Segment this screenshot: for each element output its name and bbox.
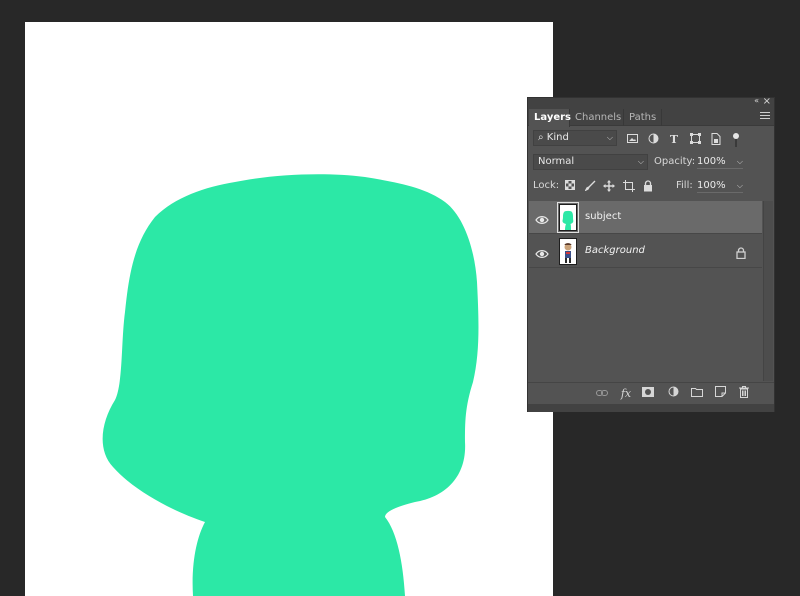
subject-silhouette [102,174,479,596]
chevron-down-icon: ⌵ [637,157,644,166]
lock-label: Lock: [533,180,560,191]
type-icon[interactable]: T [667,133,681,147]
lock-transparent-pixels-icon[interactable] [563,180,577,194]
panel-resize-strip[interactable] [528,404,774,412]
fill-label: Fill: [676,180,693,191]
filter-kind-dropdown[interactable]: ⌕ Kind ⌵ [533,130,617,146]
tab-layers[interactable]: Layers [529,109,571,127]
blend-row: Normal ⌵ Opacity: 100% ⌵ [528,154,774,174]
trash-icon[interactable] [736,386,752,402]
panel-footer: fx [528,382,774,404]
eye-icon[interactable] [535,211,549,224]
subject-shape [102,174,479,596]
mask-icon[interactable] [640,386,656,402]
chevron-down-icon[interactable]: ⌵ [737,155,743,169]
panel-title-bar[interactable]: « × [528,96,774,109]
chevron-down-icon[interactable]: ⌵ [737,179,743,193]
filter-kind-label: Kind [546,132,569,143]
collapse-panel-icon[interactable]: « [754,96,759,105]
layer-row-subject[interactable]: subject [529,201,762,234]
panel-tab-bar: Layers Channels Paths [528,109,774,127]
tab-paths[interactable]: Paths [624,109,662,126]
layers-scrollbar[interactable] [763,201,773,381]
layer-row-background[interactable]: Background [529,235,762,268]
layer-name[interactable]: Background [585,245,645,256]
adjustment-layer-icon[interactable] [665,386,681,402]
blend-mode-value: Normal [538,156,575,167]
lock-all-icon[interactable] [641,180,655,194]
lock-icon[interactable] [736,244,748,260]
layer-name[interactable]: subject [585,211,621,222]
opacity-label: Opacity: [654,156,696,167]
fx-icon[interactable]: fx [618,386,634,402]
fill-value: 100% [697,180,726,191]
fill-field[interactable]: 100% ⌵ [697,179,743,193]
opacity-value: 100% [697,156,726,167]
smart-object-icon[interactable] [709,133,723,147]
tab-channels[interactable]: Channels [570,109,624,126]
layers-list: subject Background [529,201,762,381]
lock-position-icon[interactable] [602,180,616,194]
lock-image-pixels-icon[interactable] [583,180,597,194]
document-canvas[interactable] [25,22,553,596]
lock-artboard-icon[interactable] [622,180,636,194]
layer-thumbnail [557,202,579,233]
opacity-field[interactable]: 100% ⌵ [697,155,743,169]
lock-row: Lock: Fill: 100% ⌵ [528,178,774,198]
image-icon[interactable] [625,133,639,147]
eye-icon[interactable] [535,245,549,258]
link-icon[interactable] [594,386,610,402]
chevron-down-icon: ⌵ [606,133,613,142]
blend-mode-dropdown[interactable]: Normal ⌵ [533,154,648,170]
shape-icon[interactable] [688,133,702,147]
layer-thumbnail [559,238,577,265]
new-layer-icon[interactable] [712,386,728,402]
layers-panel: « × Layers Channels Paths ⌕ Kind ⌵ T Nor… [527,96,775,412]
filter-toggle[interactable] [733,133,739,147]
close-panel-icon[interactable]: × [763,96,771,107]
search-icon: ⌕ [538,132,544,143]
panel-menu-icon[interactable] [760,112,770,121]
folder-icon[interactable] [689,386,705,402]
filter-row: ⌕ Kind ⌵ T [528,130,774,150]
adjustment-icon[interactable] [646,133,660,147]
